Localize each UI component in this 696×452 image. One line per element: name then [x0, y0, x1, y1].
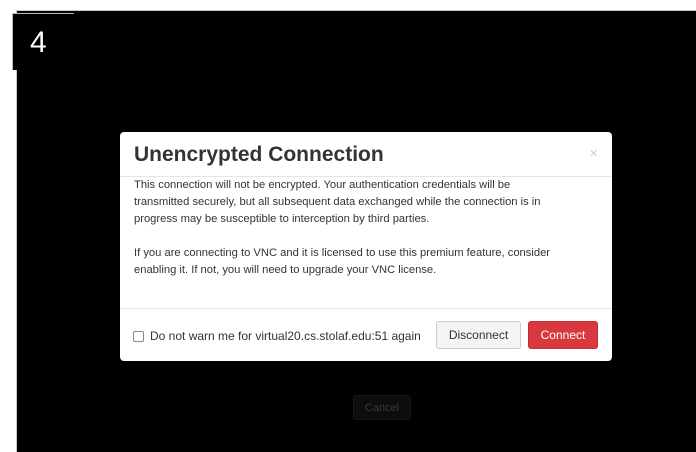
do-not-warn-option[interactable]: Do not warn me for virtual20.cs.stolaf.e…	[133, 328, 421, 344]
warning-line-2: transmitted securely, but all subsequent…	[134, 196, 541, 208]
license-line-2: enabling it. If not, you will need to up…	[134, 264, 437, 276]
warning-line-1: This connection will not be encrypted. Y…	[134, 179, 511, 191]
warning-line-3: progress may be susceptible to intercept…	[134, 213, 430, 225]
do-not-warn-label: Do not warn me for virtual20.cs.stolaf.e…	[150, 329, 421, 343]
license-paragraph: If you are connecting to VNC and it is l…	[134, 245, 602, 279]
warning-paragraph: This connection will not be encrypted. Y…	[134, 177, 602, 228]
unencrypted-connection-dialog: Unencrypted Connection × This connection…	[120, 132, 612, 361]
checkbox-icon[interactable]	[133, 330, 144, 342]
dialog-header: Unencrypted Connection ×	[120, 132, 612, 177]
background-cancel-button[interactable]: Cancel	[353, 395, 411, 420]
dialog-body: This connection will not be encrypted. Y…	[134, 177, 602, 279]
license-line-1: If you are connecting to VNC and it is l…	[134, 247, 551, 259]
disconnect-button[interactable]: Disconnect	[436, 321, 521, 349]
dialog-title: Unencrypted Connection	[134, 143, 384, 166]
close-icon[interactable]: ×	[589, 144, 598, 164]
step-number-badge: 4	[12, 13, 74, 70]
dialog-footer: Do not warn me for virtual20.cs.stolaf.e…	[120, 308, 612, 361]
connect-button[interactable]: Connect	[528, 321, 598, 349]
